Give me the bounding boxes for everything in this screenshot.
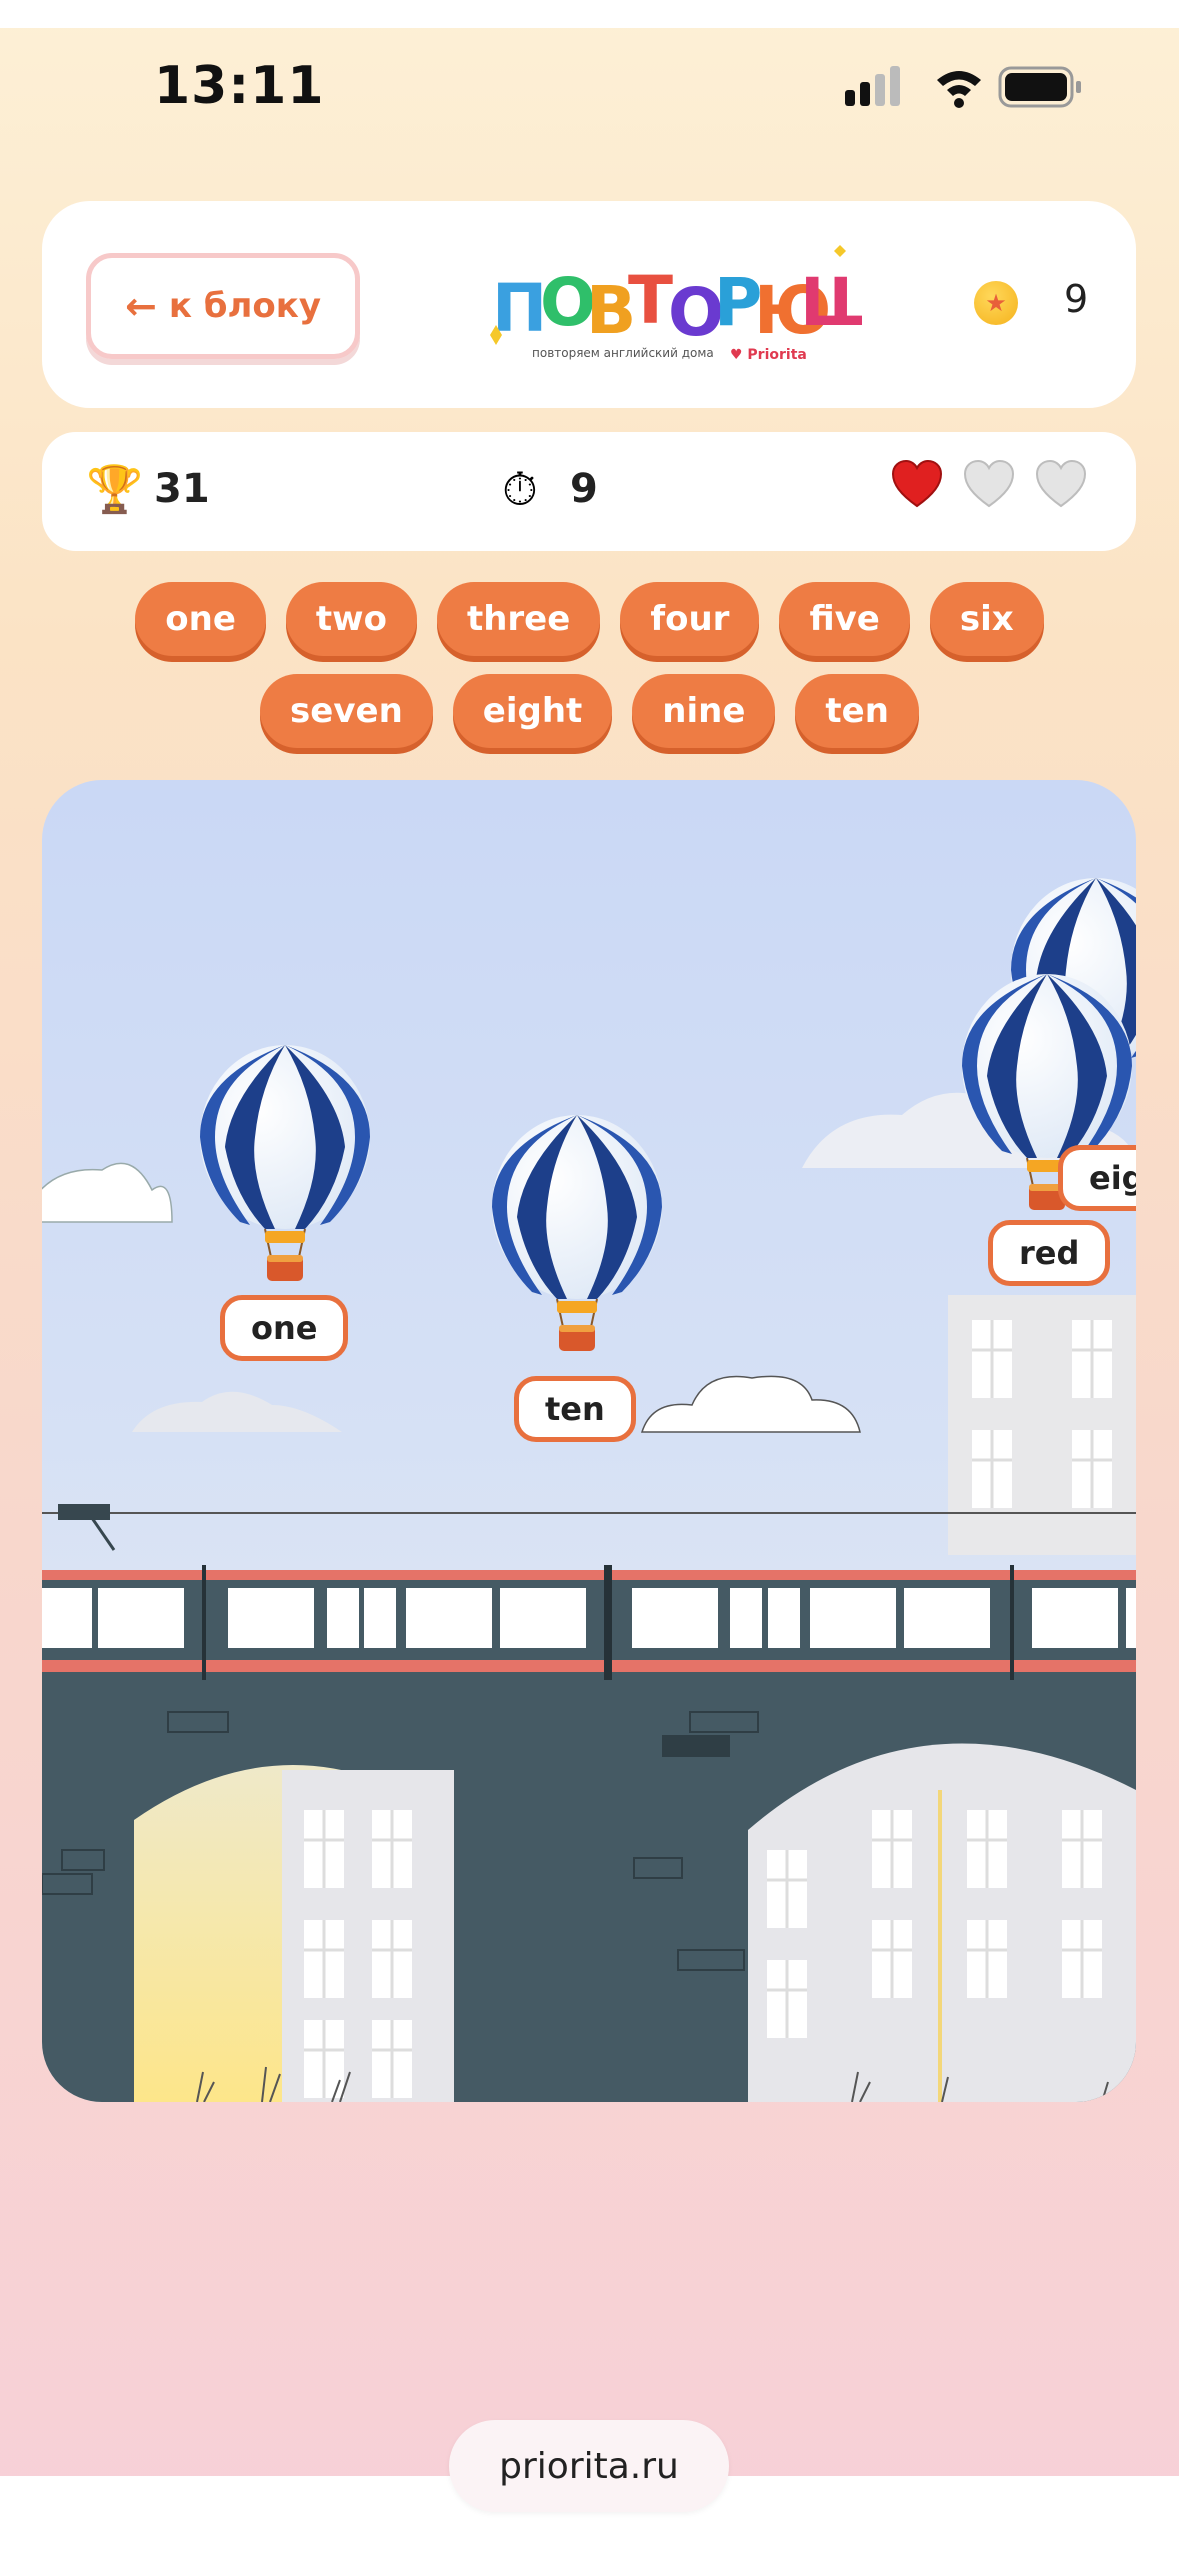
word-chips: one two three four five six seven eight nine ten xyxy=(0,582,1179,766)
bridge xyxy=(42,1680,1136,2102)
signal-icon xyxy=(845,66,900,106)
cloud-right xyxy=(640,1375,861,1433)
status-icons xyxy=(845,66,1081,108)
balloon-word-tag[interactable]: red xyxy=(988,1220,1111,1286)
word-chip[interactable]: three xyxy=(436,582,601,656)
word-chip[interactable]: one xyxy=(135,582,266,656)
balloon-word-tag[interactable]: eig xyxy=(1058,1145,1136,1211)
balloon-word-tag[interactable]: one xyxy=(220,1295,349,1361)
coin-star-icon: ★ xyxy=(985,289,1007,317)
word-chip[interactable]: five xyxy=(779,582,910,656)
stopwatch-icon: ⏱ xyxy=(502,462,538,516)
word-chip[interactable]: six xyxy=(929,582,1044,656)
battery-icon xyxy=(998,66,1081,108)
balloon-2 xyxy=(491,1114,663,1352)
coin-count: 9 xyxy=(1064,277,1089,321)
word-chips-row-2: seven eight nine ten xyxy=(0,674,1179,748)
word-chip[interactable]: eight xyxy=(452,674,613,748)
stats-bar: 🏆 31 ⏱ 9 xyxy=(42,432,1136,551)
train xyxy=(42,1565,1136,1685)
arrow-left-icon: ← xyxy=(125,284,157,328)
povtoryusha-logo: П О В Т О Р Ю Ш повторяем английский дом… xyxy=(490,245,862,363)
word-chips-row-1: one two three four five six xyxy=(0,582,1179,656)
lives-indicator xyxy=(890,458,1088,512)
word-chip[interactable]: seven xyxy=(260,674,433,748)
svg-text:Т: Т xyxy=(628,262,673,339)
timer-value: 9 xyxy=(570,466,598,512)
wifi-icon xyxy=(937,71,981,108)
cloud-small xyxy=(132,1391,342,1432)
building-right xyxy=(948,1295,1136,1555)
site-url-pill[interactable]: priorita.ru xyxy=(449,2420,729,2512)
balloon-1 xyxy=(199,1044,371,1282)
header-card: ← к блоку П О В Т О Р Ю Ш повторяем англ… xyxy=(42,201,1136,408)
svg-text:повторяем английский дома: повторяем английский дома xyxy=(532,346,714,360)
heart-empty-icon xyxy=(1035,459,1087,508)
word-chip[interactable]: four xyxy=(620,582,760,656)
back-to-block-button[interactable]: ← к блоку xyxy=(86,253,360,359)
balloon-word-tag[interactable]: ten xyxy=(514,1376,636,1442)
score-value: 31 xyxy=(154,466,210,512)
trophy-icon: 🏆 xyxy=(86,462,144,516)
word-chip[interactable]: two xyxy=(285,582,417,656)
word-chip[interactable]: ten xyxy=(795,674,919,748)
status-time: 13:11 xyxy=(154,56,325,116)
heart-empty-icon xyxy=(963,459,1015,508)
top-edge xyxy=(0,0,1179,28)
game-scene: one ten red eig xyxy=(42,780,1136,2102)
svg-text:♥ Priorita: ♥ Priorita xyxy=(730,347,807,363)
cloud-left xyxy=(42,1162,173,1223)
back-button-label: к блоку xyxy=(168,286,321,326)
svg-text:Ш: Ш xyxy=(800,264,862,341)
heart-full-icon xyxy=(891,459,943,508)
word-chip[interactable]: nine xyxy=(632,674,776,748)
